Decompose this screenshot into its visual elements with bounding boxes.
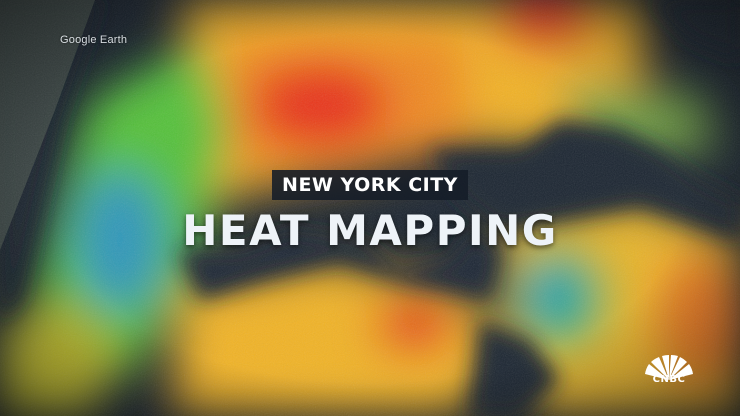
google-earth-watermark: Google Earth [60,34,128,46]
title-block: NEW YORK CITY [0,170,740,200]
title-kicker: NEW YORK CITY [272,170,468,200]
cnbc-logo-text: CNBC [652,374,686,385]
title-headline: HEAT MAPPING [182,206,558,255]
